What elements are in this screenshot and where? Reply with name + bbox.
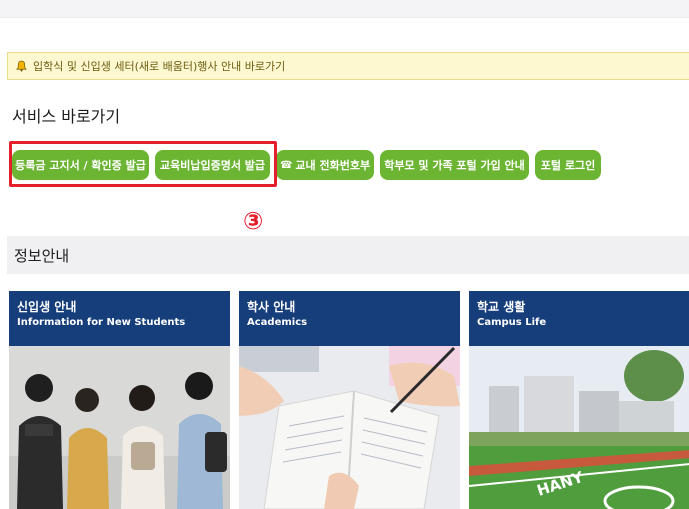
card-new-students[interactable]: 신입생 안내 Information for New Students — [9, 291, 230, 509]
bell-icon — [16, 60, 27, 72]
service-buttons: 등록금 고지서 / 확인증 발급 교육비납입증명서 발급 ☎ 교내 전화번호부 … — [12, 150, 607, 180]
campus-phonebook-button[interactable]: ☎ 교내 전화번호부 — [276, 150, 374, 180]
students-photo — [9, 346, 230, 509]
study-photo — [239, 346, 460, 509]
parent-portal-guide-button[interactable]: 학부모 및 가족 포털 가입 안내 — [380, 150, 529, 180]
top-strip — [0, 0, 689, 18]
campus-photo: HANY — [469, 346, 689, 509]
services-title: 서비스 바로가기 — [12, 107, 121, 126]
info-title: 정보안내 — [14, 246, 70, 265]
callout-number: ③ — [243, 207, 264, 235]
notice-banner[interactable]: 입학식 및 신입생 세터(새로 배움터)행사 안내 바로가기 — [7, 52, 689, 80]
phone-icon: ☎ — [279, 159, 293, 171]
card-campus-life[interactable]: 학교 생활 Campus Life HANY — [469, 291, 689, 509]
notice-text: 입학식 및 신입생 세터(새로 배움터)행사 안내 바로가기 — [33, 60, 286, 73]
education-payment-certificate-button[interactable]: 교육비납입증명서 발급 — [155, 150, 270, 180]
portal-login-button[interactable]: 포털 로그인 — [535, 150, 601, 180]
info-section-header: 정보안내 — [7, 236, 689, 274]
card-academics[interactable]: 학사 안내 Academics — [239, 291, 460, 509]
card-header: 신입생 안내 Information for New Students — [9, 291, 230, 346]
tuition-invoice-button[interactable]: 등록금 고지서 / 확인증 발급 — [12, 150, 149, 180]
card-header: 학교 생활 Campus Life — [469, 291, 689, 346]
card-header: 학사 안내 Academics — [239, 291, 460, 346]
